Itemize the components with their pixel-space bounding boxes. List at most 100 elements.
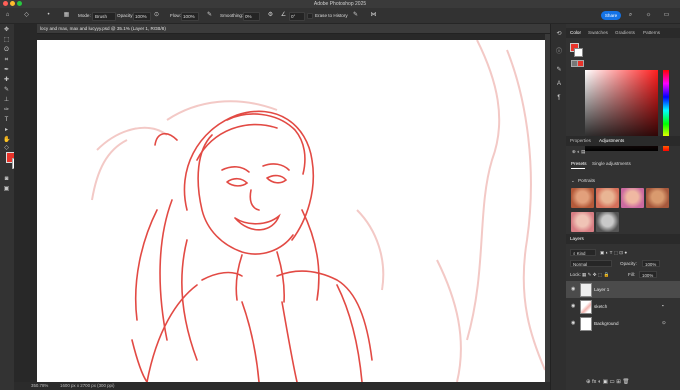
layer-opacity-field[interactable]: 100%: [642, 260, 660, 267]
move-tool-icon[interactable]: ✥: [3, 27, 10, 34]
tab-properties[interactable]: Properties: [570, 136, 591, 146]
tools-panel: ✥ ⬚ ʘ ⌗ ✒ ✚ ✎ ⊥ ✑ T ▸ ✋ ◇ ◙ ▣: [0, 24, 23, 390]
layer-thumbnail: [580, 283, 592, 297]
lasso-tool-icon[interactable]: ʘ: [3, 47, 10, 54]
lock-icon: ▪: [662, 303, 664, 308]
visibility-eye-icon[interactable]: ◉: [571, 303, 575, 309]
tab-color[interactable]: Color: [570, 28, 581, 38]
tab-swatches[interactable]: Swatches: [588, 28, 608, 38]
tab-gradients[interactable]: Gradients: [615, 28, 635, 38]
airbrush-icon[interactable]: ✎: [205, 11, 214, 20]
brushes-icon[interactable]: ✎: [555, 66, 563, 74]
subtab-presets[interactable]: Presets: [571, 161, 587, 166]
fill-label: Fill:: [628, 272, 636, 277]
crop-tool-icon[interactable]: ⌗: [3, 57, 10, 64]
clone-stamp-tool-icon[interactable]: ⊥: [3, 97, 10, 104]
tab-patterns[interactable]: Patterns: [643, 28, 660, 38]
chevron-down-icon[interactable]: ⌄: [571, 178, 575, 184]
smoothing-label: Smoothing:: [220, 13, 244, 18]
options-bar: ⌂ ◇ • ▦ Mode: Brush Opacity: 100% ⊙ Flow…: [0, 8, 680, 24]
fill-field[interactable]: 100%: [639, 271, 657, 278]
search-icon[interactable]: ⌕: [626, 11, 635, 20]
layer-filter-select[interactable]: ⌕ Kind: [570, 249, 596, 256]
canvas[interactable]: [37, 40, 545, 382]
visibility-eye-icon[interactable]: ◉: [571, 286, 575, 292]
pen-tool-icon[interactable]: ✑: [3, 107, 10, 114]
healing-tool-icon[interactable]: ✚: [3, 77, 10, 84]
adjust-panel-tabs: Properties Adjustments: [566, 136, 680, 146]
opacity-label: Opacity:: [117, 13, 134, 18]
preset-thumbnail[interactable]: [571, 188, 594, 208]
discover-icon[interactable]: ☼: [644, 11, 653, 20]
group-portraits[interactable]: Portraits: [578, 178, 595, 183]
layer-thumbnail: [580, 317, 592, 331]
smoothing-field[interactable]: 0%: [243, 12, 260, 21]
layer-row-layer-1[interactable]: ◉ Layer 1: [566, 281, 680, 298]
eraser-tool-icon[interactable]: ◇: [22, 11, 31, 20]
layer-action-icons[interactable]: ⊕ fx ◐ ▣ ▭ ⊞ 🗑: [586, 379, 629, 385]
presets-underline: [571, 168, 585, 169]
title-bar: Adobe Photoshop 2025: [0, 0, 680, 8]
layers-panel-header: Layers: [566, 234, 680, 244]
layer-thumbnail: [580, 300, 592, 314]
erase-history-label: Erase to History: [315, 13, 348, 18]
lock-label: Lock:: [570, 272, 581, 277]
opacity-field[interactable]: 100%: [133, 12, 151, 21]
blend-mode-select[interactable]: Normal: [570, 260, 612, 267]
pressure-opacity-icon[interactable]: ⊙: [152, 11, 161, 20]
home-icon[interactable]: ⌂: [3, 11, 12, 20]
screen-mode-icon[interactable]: ▣: [3, 186, 10, 193]
layer-row-sketch[interactable]: ◉ sketch ▪: [566, 298, 680, 315]
symmetry-icon[interactable]: ⋈: [369, 11, 378, 20]
layer-opacity-label: Opacity:: [620, 261, 637, 266]
character-icon[interactable]: A: [555, 80, 563, 88]
brush-tool-icon[interactable]: ✎: [3, 87, 10, 94]
adjustment-icons[interactable]: ⊕ ◐ ▤: [572, 149, 586, 155]
zoom-level[interactable]: 350.78%: [31, 382, 48, 390]
brush-settings-icon[interactable]: ▦: [62, 11, 71, 20]
path-select-tool-icon[interactable]: ▸: [3, 127, 10, 134]
tab-layers[interactable]: Layers: [570, 234, 584, 244]
workspace-icon[interactable]: ▭: [662, 11, 671, 20]
mode-label: Mode:: [78, 13, 91, 18]
tab-adjustments[interactable]: Adjustments: [599, 136, 624, 146]
document-size: 1600 px x 2700 px (300 ppi): [60, 383, 115, 388]
angle-icon: ∠: [280, 12, 287, 18]
preset-thumbnail[interactable]: [571, 212, 594, 232]
layer-row-background[interactable]: ◉ Background ⊙: [566, 315, 680, 332]
color-swatch-red[interactable]: [577, 60, 584, 67]
flow-field[interactable]: 100%: [181, 12, 199, 21]
sketch-artwork: [91, 40, 545, 382]
paragraph-icon[interactable]: ¶: [555, 94, 563, 102]
app-title: Adobe Photoshop 2025: [313, 1, 367, 7]
preset-thumbnail[interactable]: [646, 188, 669, 208]
status-bar: 350.78% 1600 px x 2700 px (300 ppi): [14, 382, 550, 390]
preset-thumbnail[interactable]: [596, 188, 619, 208]
brush-preset-icon[interactable]: •: [44, 11, 53, 20]
share-button[interactable]: Share: [601, 11, 621, 20]
subtab-single-adjustments[interactable]: Single adjustments: [592, 161, 631, 166]
preset-thumbnail[interactable]: [621, 188, 644, 208]
angle-field[interactable]: 0°: [289, 12, 305, 21]
history-icon[interactable]: ⟲: [555, 30, 563, 38]
quick-mask-icon[interactable]: ◙: [3, 176, 10, 183]
mode-select[interactable]: Brush: [92, 12, 116, 21]
hand-tool-icon[interactable]: ✋: [3, 137, 10, 144]
marquee-tool-icon[interactable]: ⬚: [3, 37, 10, 44]
eraser-tool-icon[interactable]: ◇: [3, 145, 10, 152]
pressure-size-icon[interactable]: ✎: [351, 11, 360, 20]
lock-icons[interactable]: ▦ ✎ ✥ ⬚ 🔒: [582, 272, 609, 278]
preset-thumbnail[interactable]: [596, 212, 619, 232]
visibility-eye-icon[interactable]: ◉: [571, 320, 575, 326]
lock-icon: ⊙: [662, 320, 666, 325]
type-tool-icon[interactable]: T: [3, 117, 10, 124]
erase-history-checkbox[interactable]: [307, 13, 313, 19]
right-panels: Color Swatches Gradients Patterns Proper…: [566, 24, 680, 390]
document-tab[interactable]: locy and max, max and lucyyy.psd @ 35.1%…: [37, 24, 550, 34]
flow-label: Flow:: [170, 13, 181, 18]
smoothing-options-icon[interactable]: ⚙: [266, 11, 275, 20]
color-panel-background[interactable]: [574, 48, 583, 57]
eyedropper-tool-icon[interactable]: ✒: [3, 67, 10, 74]
info-icon[interactable]: ⓘ: [555, 48, 563, 56]
filter-icons[interactable]: ▣ ◐ T ⬚ ⊡ ●: [600, 250, 627, 256]
